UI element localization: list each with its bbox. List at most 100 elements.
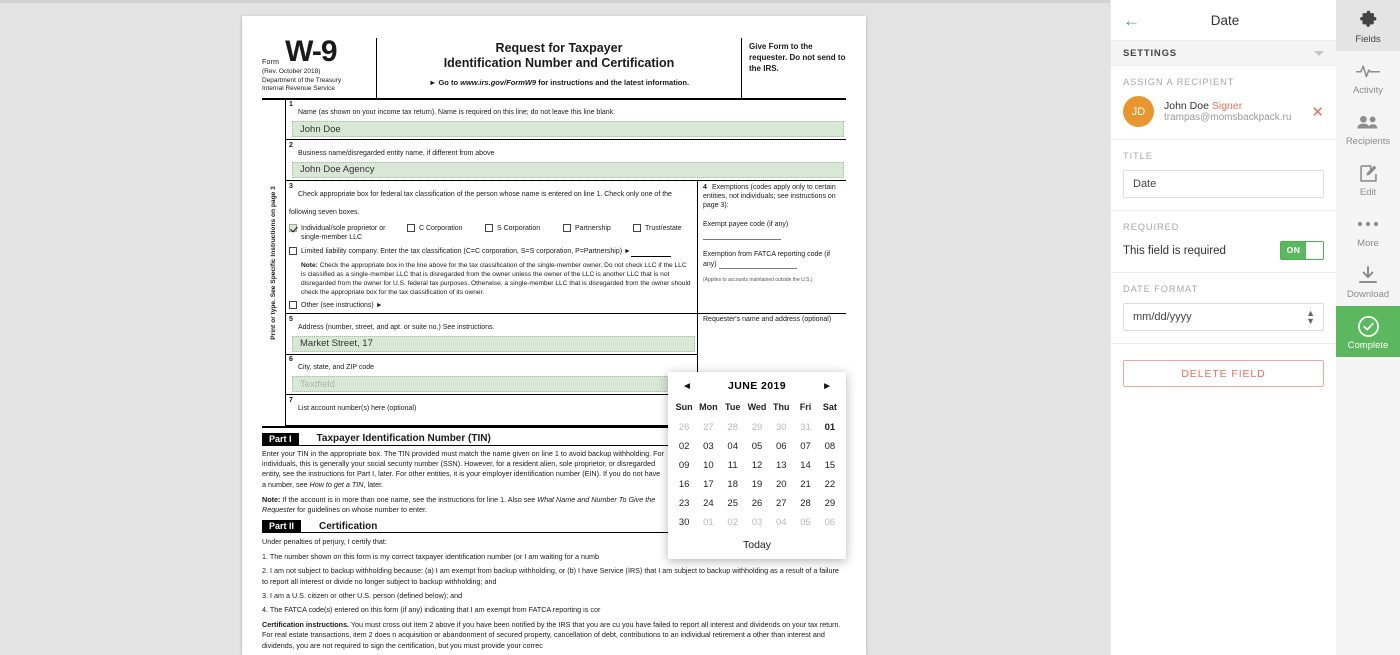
calendar-day[interactable]: 14 <box>793 456 817 475</box>
form-header-center: Request for Taxpayer Identification Numb… <box>377 38 742 98</box>
date-picker-popup[interactable]: ◄ JUNE 2019 ► Sun Mon Tue Wed Thu Fri Sat 26 27 2… <box>668 372 846 559</box>
classification-other[interactable]: Other (see instructions) ► <box>289 301 693 310</box>
calendar-day[interactable]: 03 <box>745 513 769 532</box>
calendar-day[interactable]: 30 <box>672 513 696 532</box>
calendar-day[interactable]: 11 <box>721 456 745 475</box>
rail-item-activity[interactable]: Activity <box>1336 51 1400 102</box>
classification-c-corp[interactable]: C Corporation <box>407 223 485 233</box>
remove-recipient-icon[interactable]: ✕ <box>1311 103 1324 121</box>
rail-label-more: More <box>1357 238 1379 249</box>
calendar-prev-icon[interactable]: ◄ <box>682 381 692 392</box>
rail-item-edit[interactable]: Edit <box>1336 153 1400 204</box>
calendar-day[interactable]: 04 <box>721 437 745 456</box>
calendar-next-icon[interactable]: ► <box>822 381 832 392</box>
calendar-day[interactable]: 27 <box>769 494 793 513</box>
title-input[interactable] <box>1123 170 1324 198</box>
calendar-grid[interactable]: Sun Mon Tue Wed Thu Fri Sat 26 27 28 29 30 31 01 02 03 0… <box>672 398 842 532</box>
give-form-note: Give Form to the requester. Do not send … <box>749 42 846 73</box>
recipient-row[interactable]: JD John Doe Signer trampas@momsbackpack.… <box>1123 96 1324 127</box>
checkbox-icon[interactable] <box>485 223 493 232</box>
calendar-day[interactable]: 20 <box>769 475 793 494</box>
calendar-day[interactable]: 12 <box>745 456 769 475</box>
date-format-select-wrap[interactable]: ▲▼ <box>1123 303 1324 331</box>
classification-s-corp-label: S Corporation <box>497 224 541 232</box>
delete-field-button[interactable]: DELETE FIELD <box>1123 360 1324 387</box>
calendar-day[interactable]: 09 <box>672 456 696 475</box>
exempt-fatca-input[interactable] <box>718 259 797 270</box>
calendar-day[interactable]: 27 <box>696 418 720 437</box>
date-format-select[interactable] <box>1123 303 1324 331</box>
calendar-day[interactable]: 25 <box>721 494 745 513</box>
calendar-day[interactable]: 21 <box>793 475 817 494</box>
checkbox-icon[interactable] <box>289 246 297 255</box>
address-field[interactable]: Market Street, 17 <box>292 335 695 352</box>
calendar-day[interactable]: 01 <box>818 418 842 437</box>
cert-instructions-text: You must cross out item 2 above if you h… <box>262 619 841 650</box>
rail-item-complete[interactable]: Complete <box>1336 306 1400 357</box>
checkbox-icon[interactable] <box>563 223 571 232</box>
calendar-day[interactable]: 31 <box>793 418 817 437</box>
cert-item-3: 3. I am a U.S. citizen or other U.S. per… <box>262 591 463 601</box>
calendar-day[interactable]: 13 <box>769 456 793 475</box>
calendar-day[interactable]: 05 <box>793 513 817 532</box>
calendar-day[interactable]: 26 <box>745 494 769 513</box>
calendar-day[interactable]: 02 <box>721 513 745 532</box>
calendar-day[interactable]: 29 <box>745 418 769 437</box>
required-toggle[interactable]: ON <box>1280 241 1324 260</box>
calendar-day[interactable]: 24 <box>696 494 720 513</box>
part-1-note-text: If the account is in more than one name,… <box>280 494 538 504</box>
classification-partnership[interactable]: Partnership <box>563 223 633 233</box>
city-state-zip-field[interactable]: Textfield <box>292 376 695 393</box>
calendar-day[interactable]: 30 <box>769 418 793 437</box>
classification-llc[interactable]: Limited liability company. Enter the tax… <box>289 246 693 258</box>
checkbox-checked-icon[interactable] <box>289 223 297 232</box>
calendar-day[interactable]: 05 <box>745 437 769 456</box>
classification-trust[interactable]: Trust/estate <box>633 223 682 233</box>
calendar-day[interactable]: 06 <box>818 513 842 532</box>
calendar-today-button[interactable]: Today <box>672 532 842 555</box>
calendar-day[interactable]: 07 <box>793 437 817 456</box>
calendar-day[interactable]: 28 <box>721 418 745 437</box>
settings-section-header[interactable]: SETTINGS <box>1111 41 1336 66</box>
checkbox-icon[interactable] <box>407 223 415 232</box>
calendar-day[interactable]: 10 <box>696 456 720 475</box>
calendar-day[interactable]: 22 <box>818 475 842 494</box>
classification-s-corp[interactable]: S Corporation <box>485 223 563 233</box>
calendar-day[interactable]: 03 <box>696 437 720 456</box>
checkbox-icon[interactable] <box>633 223 641 232</box>
classification-partnership-label: Partnership <box>575 224 611 232</box>
recipient-name: John Doe <box>1164 100 1209 112</box>
calendar-day[interactable]: 16 <box>672 475 696 494</box>
calendar-day[interactable]: 04 <box>769 513 793 532</box>
classification-llc-label: Limited liability company. Enter the tax… <box>301 247 631 255</box>
business-name-field[interactable]: John Doe Agency <box>292 161 844 178</box>
document-page[interactable]: Form W-9 (Rev. October 2018) Department o… <box>242 16 866 655</box>
name-field[interactable]: John Doe <box>292 121 844 138</box>
classification-individual[interactable]: Individual/sole proprietor or single-mem… <box>289 223 407 242</box>
calendar-day[interactable]: 18 <box>721 475 745 494</box>
rail-item-more[interactable]: More <box>1336 204 1400 255</box>
calendar-day[interactable]: 06 <box>769 437 793 456</box>
vertical-instructions: Print or type. See Specific Instructions… <box>262 99 286 426</box>
calendar-day[interactable]: 23 <box>672 494 696 513</box>
calendar-day[interactable]: 08 <box>818 437 842 456</box>
chevron-down-icon[interactable] <box>1314 50 1324 56</box>
calendar-day[interactable]: 26 <box>672 418 696 437</box>
rail-item-download[interactable]: Download <box>1336 255 1400 306</box>
required-toggle-state: ON <box>1281 242 1306 259</box>
line-5-label: Address (number, street, and apt. or sui… <box>298 323 495 331</box>
calendar-day[interactable]: 02 <box>672 437 696 456</box>
calendar-day[interactable]: 17 <box>696 475 720 494</box>
calendar-day[interactable]: 19 <box>745 475 769 494</box>
calendar-day[interactable]: 28 <box>793 494 817 513</box>
rail-item-recipients[interactable]: Recipients <box>1336 102 1400 153</box>
exempt-payee-input[interactable] <box>703 229 781 240</box>
calendar-weekday: Tue <box>725 402 741 412</box>
calendar-day[interactable]: 15 <box>818 456 842 475</box>
checkbox-icon[interactable] <box>289 301 297 310</box>
calendar-day[interactable]: 29 <box>818 494 842 513</box>
dots-icon <box>1336 213 1400 235</box>
rail-item-fields[interactable]: Fields <box>1336 0 1400 51</box>
calendar-day[interactable]: 01 <box>696 513 720 532</box>
stepper-icon[interactable]: ▲ ▼ <box>1306 309 1315 326</box>
